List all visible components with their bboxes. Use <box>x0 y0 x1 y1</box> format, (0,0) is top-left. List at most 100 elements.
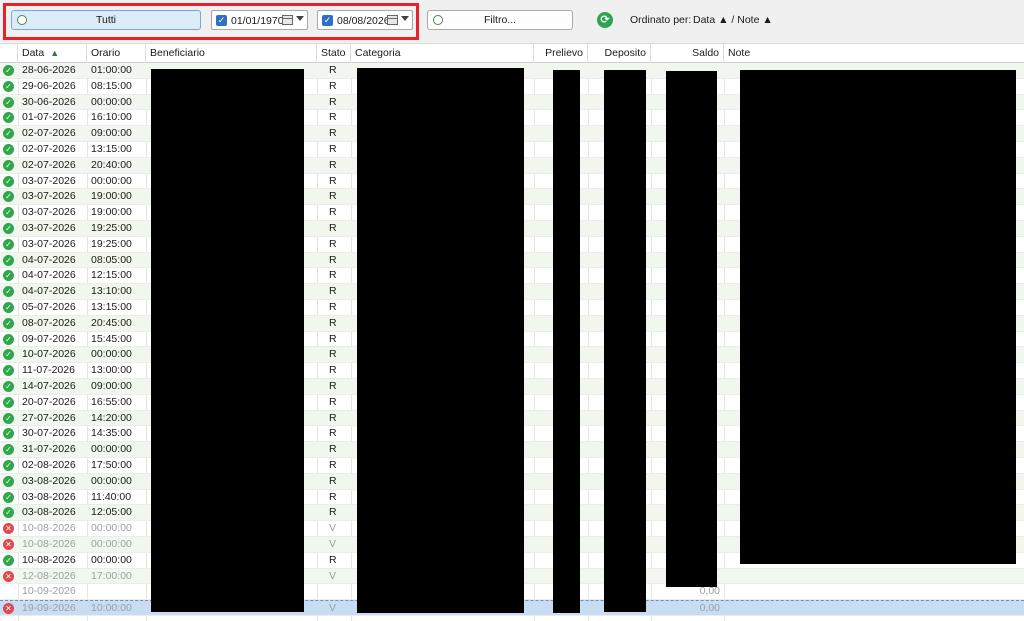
cell-data: 10-08-2026 <box>22 522 76 535</box>
cell-stato: R <box>329 111 337 124</box>
reconciled-check-icon: ✓ <box>3 191 14 203</box>
cell-orario: 13:10:00 <box>91 285 132 298</box>
cell-stato: R <box>329 95 337 108</box>
cell-orario: 08:05:00 <box>91 253 132 266</box>
reconciled-check-icon: ✓ <box>3 302 14 313</box>
cell-data: 01-07-2026 <box>22 111 76 124</box>
cell-stato: R <box>329 474 337 487</box>
cell-orario: 12:05:00 <box>91 506 132 519</box>
cell-stato: R <box>329 174 337 187</box>
cell-orario: 00:00:00 <box>91 95 132 108</box>
cell-stato: R <box>329 301 337 313</box>
redacted-area <box>553 70 580 613</box>
cell-stato: R <box>329 222 337 234</box>
reconciled-check-icon: ✓ <box>3 365 14 377</box>
cell-stato: V <box>329 569 337 582</box>
cell-stato: R <box>329 127 337 140</box>
cell-stato: R <box>329 395 337 408</box>
header-note[interactable]: Note <box>724 44 1024 63</box>
reconciled-check-icon: ✓ <box>3 412 14 424</box>
cell-orario: 01:00:00 <box>91 64 132 76</box>
cell-orario: 10:00:00 <box>91 602 132 615</box>
cell-data: 04-07-2026 <box>22 285 76 298</box>
cell-orario: 16:55:00 <box>91 395 132 408</box>
cell-orario: 19:00:00 <box>91 206 132 219</box>
cell-orario: 20:40:00 <box>91 158 132 171</box>
header-saldo[interactable]: Saldo <box>651 44 724 63</box>
cell-orario: 14:35:00 <box>91 427 132 440</box>
cell-orario: 12:15:00 <box>91 269 132 282</box>
cell-stato: R <box>329 143 337 155</box>
sort-label: Ordinato per: <box>630 14 692 26</box>
sort-value[interactable]: Data ▲ / Note ▲ <box>693 14 773 26</box>
cell-data: 29-06-2026 <box>22 79 76 92</box>
cell-stato: R <box>329 459 337 471</box>
cell-orario: 13:15:00 <box>91 301 132 313</box>
cell-stato: R <box>329 490 337 503</box>
reconciled-check-icon: ✓ <box>3 554 14 566</box>
cell-data: 02-08-2026 <box>22 459 76 471</box>
cell-stato: R <box>329 269 337 282</box>
header-beneficiario[interactable]: Beneficiario <box>146 44 317 63</box>
void-x-icon: ✕ <box>3 523 14 535</box>
filter-label: Filtro... <box>483 14 517 26</box>
reconciled-check-icon: ✓ <box>3 444 14 456</box>
cell-data: 03-08-2026 <box>22 474 76 487</box>
reconciled-check-icon: ✓ <box>3 270 14 282</box>
cell-data: 08-07-2026 <box>22 316 76 329</box>
table-header: Data ▲ Orario Beneficiario Stato Categori… <box>0 44 1024 63</box>
cell-orario <box>87 584 146 600</box>
redacted-area <box>740 70 1016 564</box>
header-status[interactable] <box>0 44 18 63</box>
cell-data: 04-07-2026 <box>22 253 76 266</box>
header-prelievo[interactable]: Prelievo <box>534 44 588 63</box>
highlight-box <box>3 3 419 40</box>
cell-data: 03-07-2026 <box>22 206 76 219</box>
void-x-icon: ✕ <box>3 603 14 615</box>
reconciled-check-icon: ✓ <box>3 80 14 92</box>
reconciled-check-icon: ✓ <box>3 238 14 250</box>
cell-orario: 11:40:00 <box>91 490 132 503</box>
reconciled-check-icon: ✓ <box>3 96 14 108</box>
cell-orario: 00:00:00 <box>91 553 132 566</box>
cell-data: 03-07-2026 <box>22 174 76 187</box>
void-x-icon: ✕ <box>3 539 14 550</box>
cell-stato: R <box>329 237 337 250</box>
cell-orario: 00:00:00 <box>91 174 132 187</box>
reconciled-check-icon: ✓ <box>3 159 14 171</box>
cell-orario: 00:00:00 <box>91 474 132 487</box>
header-categoria[interactable]: Categoria <box>351 44 534 63</box>
cell-data: 28-06-2026 <box>22 64 76 76</box>
cell-orario: 00:00:00 <box>91 538 132 550</box>
cell-orario: 20:45:00 <box>91 316 132 329</box>
cell-data: 10-08-2026 <box>22 538 76 550</box>
cell-stato: V <box>329 522 337 535</box>
cell-data: 30-07-2026 <box>22 427 76 440</box>
cell-data: 02-07-2026 <box>22 127 76 140</box>
cell-stato: R <box>329 364 337 377</box>
reconciled-check-icon: ✓ <box>3 112 14 124</box>
cell-stato: R <box>329 158 337 171</box>
header-orario[interactable]: Orario <box>87 44 146 63</box>
cell-orario: 19:25:00 <box>91 237 132 250</box>
reconciled-check-icon: ✓ <box>3 475 14 487</box>
cell-orario: 17:50:00 <box>91 459 132 471</box>
reconciled-check-icon: ✓ <box>3 254 14 266</box>
cell-orario: 09:00:00 <box>91 127 132 140</box>
refresh-icon[interactable]: ⟳ <box>597 12 613 28</box>
header-data[interactable]: Data ▲ <box>18 44 87 63</box>
header-deposito[interactable]: Deposito <box>588 44 651 63</box>
header-stato[interactable]: Stato <box>317 44 351 63</box>
reconciled-check-icon: ✓ <box>3 381 14 392</box>
cell-data: 03-07-2026 <box>22 222 76 234</box>
cell-stato: R <box>329 411 337 424</box>
cell-stato: R <box>329 506 337 519</box>
cell-stato: R <box>329 443 337 456</box>
filter-button[interactable]: Filtro... <box>427 10 573 30</box>
cell-stato: R <box>329 64 337 76</box>
cell-data: 02-07-2026 <box>22 158 76 171</box>
reconciled-check-icon: ✓ <box>3 317 14 329</box>
cell-data: 31-07-2026 <box>22 443 76 456</box>
reconciled-check-icon: ✓ <box>3 144 14 155</box>
reconciled-check-icon: ✓ <box>3 128 14 140</box>
